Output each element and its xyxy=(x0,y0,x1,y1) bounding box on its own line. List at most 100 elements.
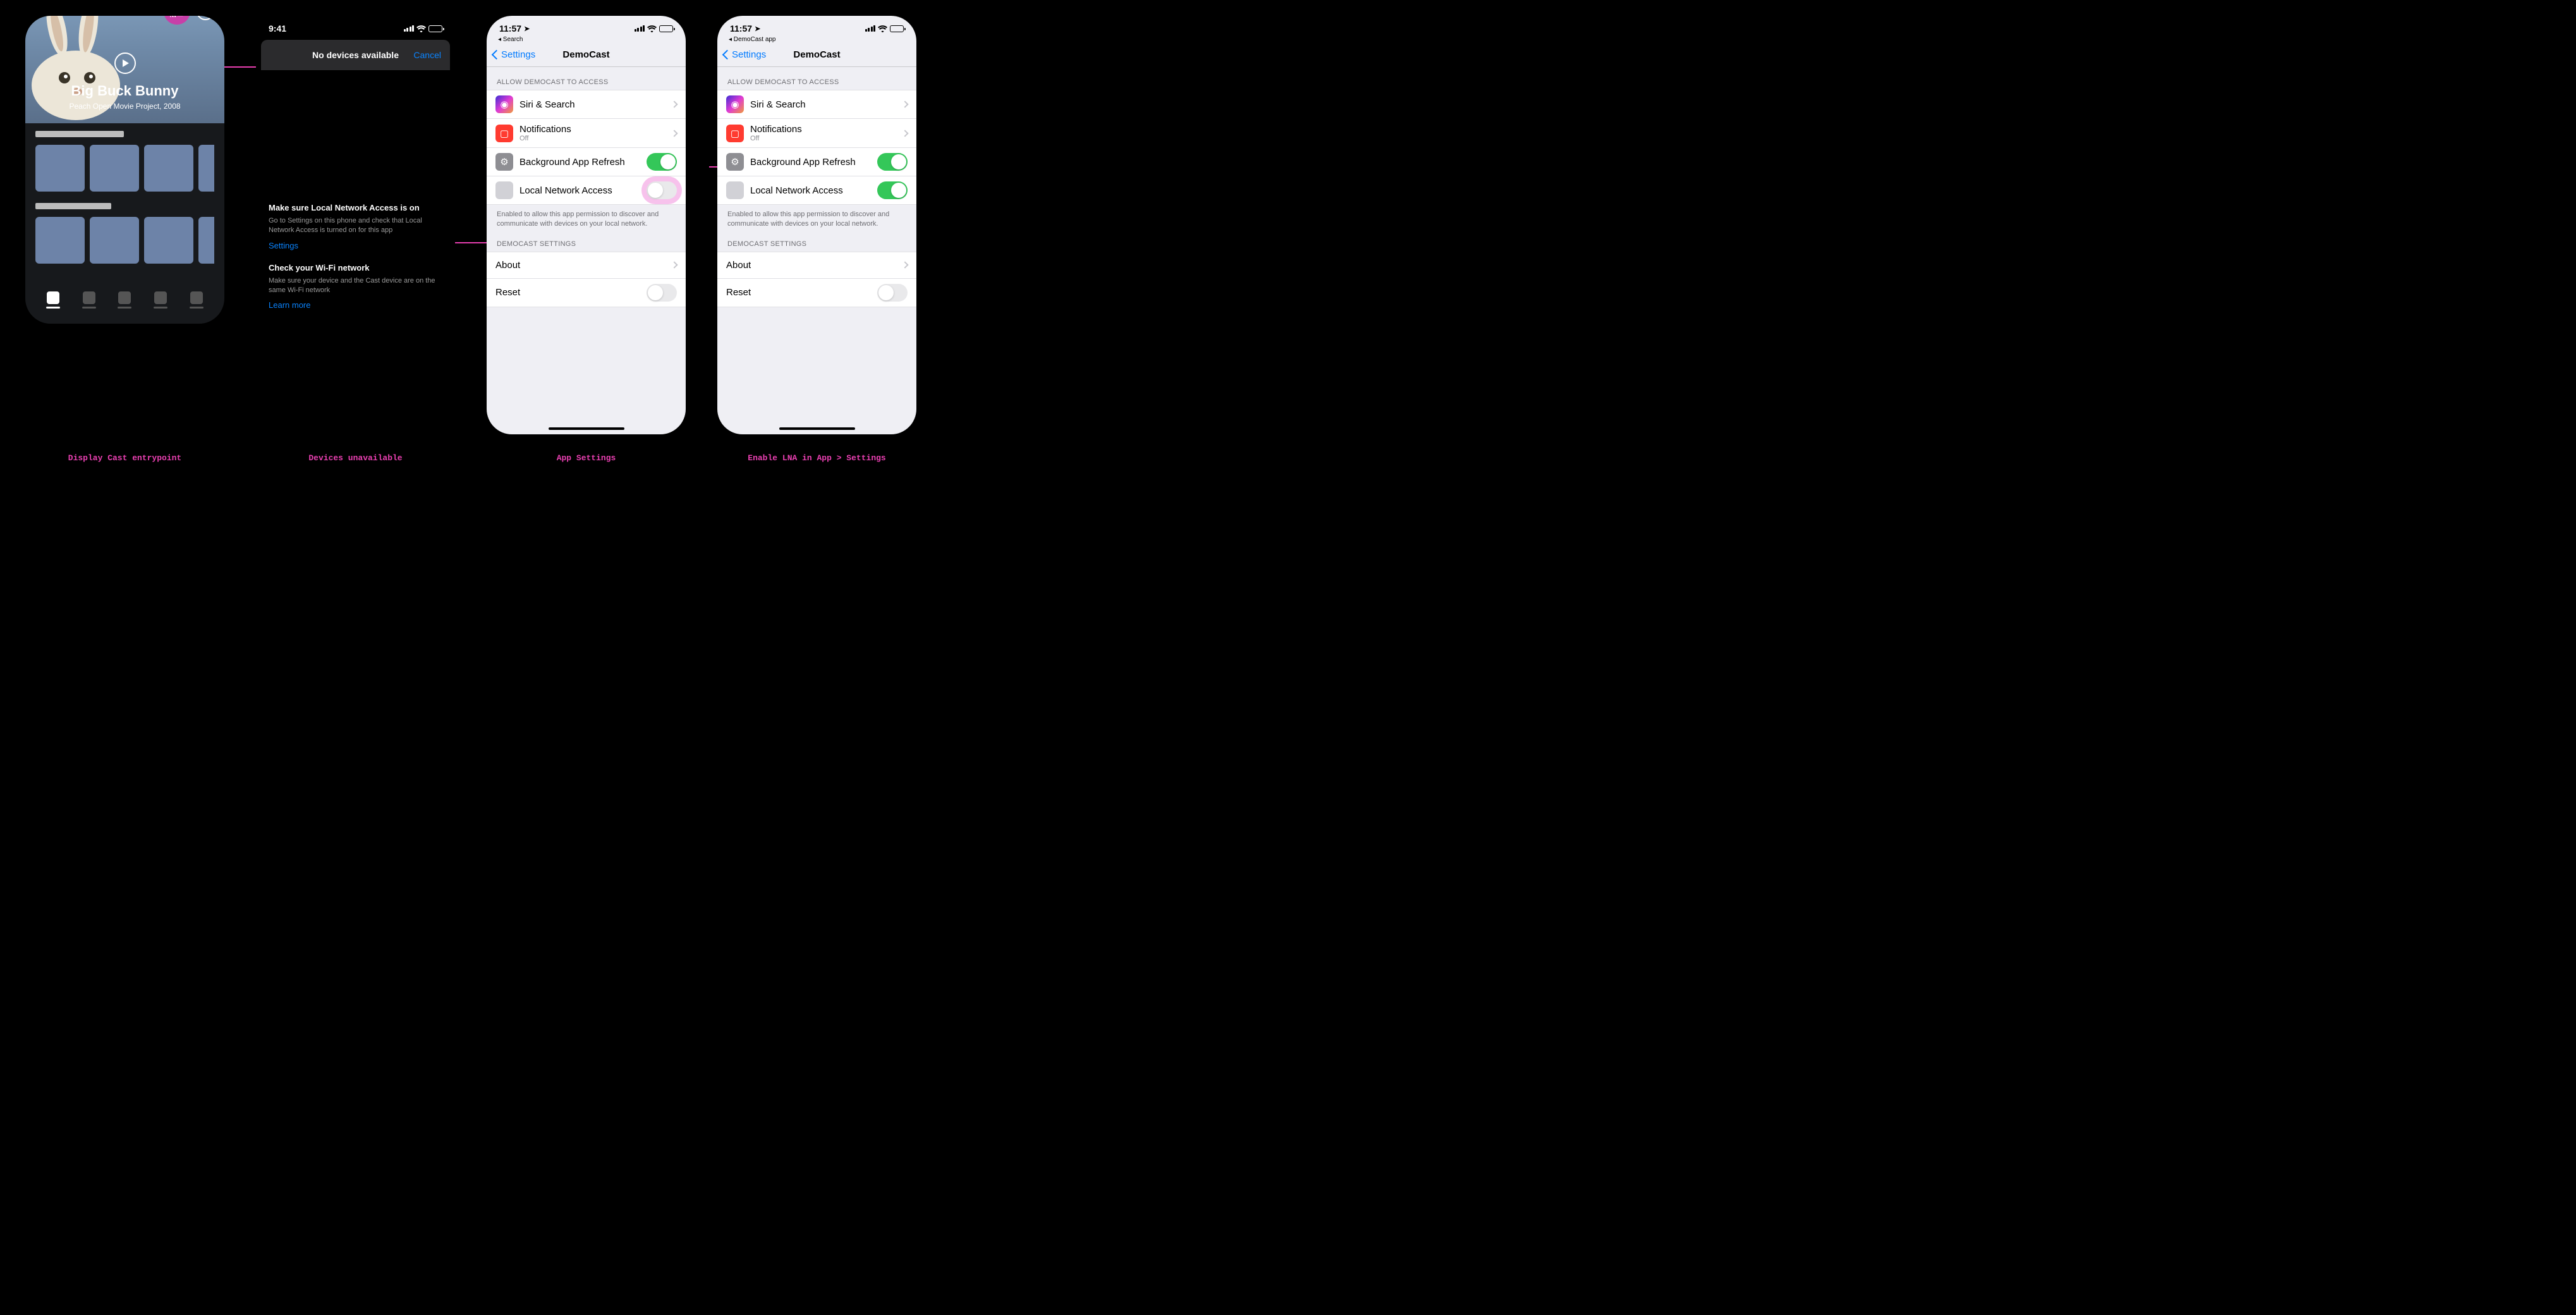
flow-stage: 9:41 DemoCast xyxy=(25,16,938,434)
cell-bg-refresh[interactable]: ⚙ Background App Refresh xyxy=(487,148,686,176)
chevron-right-icon xyxy=(901,262,908,269)
cell-label: Siri & Search xyxy=(519,99,672,110)
tab-item[interactable] xyxy=(82,291,96,309)
section-header-access: ALLOW DEMOCAST TO ACCESS xyxy=(717,67,916,90)
toggle-local-network[interactable] xyxy=(647,181,677,199)
learn-more-link[interactable]: Learn more xyxy=(269,300,310,310)
status-time: 9:41 xyxy=(269,23,286,34)
cellular-icon xyxy=(635,25,645,32)
cell-about[interactable]: About xyxy=(717,252,916,279)
cell-local-network[interactable]: Local Network Access xyxy=(717,176,916,204)
nav-title: DemoCast xyxy=(562,49,609,60)
network-icon xyxy=(495,181,513,199)
toggle-local-network[interactable] xyxy=(877,181,908,199)
app-cells: About Reset xyxy=(717,252,916,307)
tile-row xyxy=(35,145,214,192)
section-header-skeleton xyxy=(35,131,124,137)
wifi-icon xyxy=(416,25,426,32)
captions-row: Display Cast entrypoint Devices unavaila… xyxy=(25,453,938,463)
play-icon xyxy=(123,59,129,67)
string: ◉ xyxy=(495,95,513,113)
section-header-app: DEMOCAST SETTINGS xyxy=(717,229,916,252)
help-section: Make sure Local Network Access is on Go … xyxy=(256,203,455,311)
tab-item[interactable] xyxy=(118,291,131,309)
cell-sublabel: Off xyxy=(750,135,902,142)
chevron-right-icon xyxy=(671,130,677,137)
media-tile[interactable] xyxy=(35,217,85,264)
cast-button[interactable] xyxy=(164,16,190,25)
status-bar: 9:41 xyxy=(256,16,455,36)
tab-item[interactable] xyxy=(190,291,204,309)
back-to-app[interactable]: ◂ DemoCast app xyxy=(717,36,916,44)
cell-label: Local Network Access xyxy=(750,185,877,196)
phone-4-settings-on: 11:57➤ ◂ DemoCast app Settings DemoCast … xyxy=(717,16,916,434)
tab-bar xyxy=(25,283,224,324)
status-time: 11:57➤ xyxy=(499,23,530,34)
access-cells: ◉ Siri & Search ▢ NotificationsOff ⚙ Bac… xyxy=(717,90,916,205)
hero-subtitle: Peach Open Movie Project, 2008 xyxy=(69,102,180,111)
section-header-app: DEMOCAST SETTINGS xyxy=(487,229,686,252)
cell-label: About xyxy=(726,260,902,271)
media-tile[interactable] xyxy=(144,145,193,192)
toggle-reset[interactable] xyxy=(877,284,908,302)
back-to-app[interactable]: ◂ Search xyxy=(487,36,686,44)
status-icons xyxy=(404,25,443,32)
account-button[interactable] xyxy=(197,16,214,20)
toggle-reset[interactable] xyxy=(647,284,677,302)
cell-bg-refresh[interactable]: ⚙ Background App Refresh xyxy=(717,148,916,176)
cell-label: About xyxy=(495,260,672,271)
cancel-button[interactable]: Cancel xyxy=(413,50,441,60)
content-body xyxy=(25,123,224,283)
help-body-wifi: Make sure your device and the Cast devic… xyxy=(269,276,442,295)
cell-label: Local Network Access xyxy=(519,185,647,196)
chevron-right-icon xyxy=(901,101,908,107)
back-button[interactable]: Settings xyxy=(724,49,766,60)
cell-about[interactable]: About xyxy=(487,252,686,279)
notifications-icon: ▢ xyxy=(726,125,744,142)
app-cells: About Reset xyxy=(487,252,686,307)
toggle-bg-refresh[interactable] xyxy=(647,153,677,171)
cellular-icon xyxy=(865,25,876,32)
settings-link[interactable]: Settings xyxy=(269,241,298,250)
tab-item[interactable] xyxy=(46,291,60,309)
notifications-icon: ▢ xyxy=(495,125,513,142)
media-tile[interactable] xyxy=(35,145,85,192)
cell-siri[interactable]: ◉ Siri & Search xyxy=(717,90,916,119)
media-tile[interactable] xyxy=(90,217,139,264)
cell-siri[interactable]: ◉ Siri & Search xyxy=(487,90,686,119)
hero-banner: 9:41 DemoCast xyxy=(25,16,224,123)
siri-icon: ◉ xyxy=(726,95,744,113)
media-tile[interactable] xyxy=(144,217,193,264)
cell-notifications[interactable]: ▢ NotificationsOff xyxy=(717,119,916,148)
wifi-icon xyxy=(878,25,887,32)
media-tile[interactable] xyxy=(198,217,214,264)
wifi-icon xyxy=(647,25,657,32)
media-tile[interactable] xyxy=(90,145,139,192)
cell-label: Reset xyxy=(726,287,877,298)
tab-item[interactable] xyxy=(154,291,167,309)
cell-label: Background App Refresh xyxy=(519,157,647,168)
chevron-right-icon xyxy=(671,101,677,107)
home-indicator xyxy=(779,427,855,430)
phone-3-settings-off: 11:57➤ ◂ Search Settings DemoCast ALLOW … xyxy=(487,16,686,434)
app-topbar: DemoCast xyxy=(25,16,224,31)
play-button[interactable] xyxy=(114,52,136,74)
nav-header: Settings DemoCast xyxy=(487,44,686,67)
footnote: Enabled to allow this app permission to … xyxy=(717,205,916,229)
cell-notifications[interactable]: ▢ NotificationsOff xyxy=(487,119,686,148)
cell-local-network[interactable]: Local Network Access xyxy=(487,176,686,204)
cell-reset[interactable]: Reset xyxy=(717,279,916,307)
footnote: Enabled to allow this app permission to … xyxy=(487,205,686,229)
cell-label: Siri & Search xyxy=(750,99,902,110)
cellular-icon xyxy=(404,25,415,32)
status-time: 11:57➤ xyxy=(730,23,760,34)
network-icon xyxy=(726,181,744,199)
gear-icon: ⚙ xyxy=(726,153,744,171)
back-button[interactable]: Settings xyxy=(493,49,535,60)
media-tile[interactable] xyxy=(198,145,214,192)
cell-reset[interactable]: Reset xyxy=(487,279,686,307)
help-heading-lna: Make sure Local Network Access is on xyxy=(269,203,442,212)
access-cells: ◉ Siri & Search ▢ NotificationsOff ⚙ Bac… xyxy=(487,90,686,205)
toggle-bg-refresh[interactable] xyxy=(877,153,908,171)
battery-icon xyxy=(659,25,673,32)
